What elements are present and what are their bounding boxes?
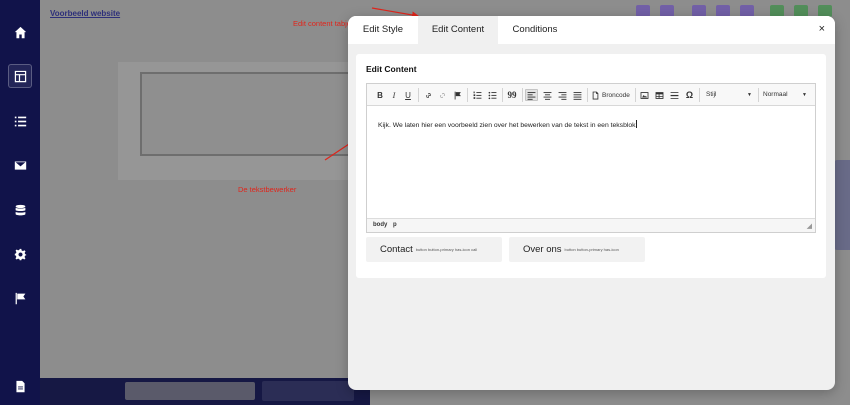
toolbar-separator (418, 88, 419, 102)
tab-annotation: Edit content tabje (293, 19, 351, 28)
contact-button-label: Contact (380, 244, 413, 255)
italic-button[interactable]: I (389, 89, 399, 101)
chevron-down-icon: ▼ (747, 92, 752, 98)
bullet-list-icon[interactable] (487, 89, 498, 101)
editor-path-bar: body p ◢ (367, 218, 815, 232)
source-button-label: Broncode (602, 91, 630, 99)
background-side-tab (834, 160, 850, 250)
toolbar-separator (522, 88, 523, 102)
over-ons-button-class: button button-primary has-icon (564, 247, 619, 252)
contact-button-class: button button-primary has-icon call (415, 247, 478, 252)
tab-conditions[interactable]: Conditions (498, 16, 572, 44)
editor-annotation: De tekstbewerker (238, 185, 297, 194)
gear-icon[interactable] (8, 242, 32, 266)
style-select[interactable]: Stijl ▼ (703, 88, 755, 102)
over-ons-button-preview[interactable]: Over ons button button-primary has-icon (509, 237, 645, 262)
numbered-list-icon[interactable] (472, 89, 483, 101)
special-character-button[interactable]: Ω (684, 89, 695, 101)
file-icon[interactable] (8, 374, 32, 398)
align-left-icon[interactable] (525, 89, 538, 101)
editor-content-area[interactable]: Kijk. We laten hier een voorbeeld zien o… (367, 106, 815, 218)
home-icon[interactable] (8, 20, 32, 44)
toolbar-separator (467, 88, 468, 102)
contact-button-preview[interactable]: Contact button button-primary has-icon c… (366, 237, 502, 262)
background-bottom-tools (262, 381, 354, 401)
background-bottom-input (125, 382, 255, 400)
sidebar (0, 0, 40, 405)
background-text-block (140, 72, 373, 156)
close-button[interactable]: × (819, 23, 825, 35)
flag-icon[interactable] (8, 286, 32, 310)
path-item-body[interactable]: body (373, 222, 387, 228)
toolbar-separator (699, 88, 700, 102)
modal-tab-bar: Edit Style Edit Content Conditions × (348, 16, 835, 44)
text-editor: B I U 99 Broncode Ω Stijl ▼ Normaal ▼ Ki… (366, 83, 816, 233)
unlink-icon[interactable] (437, 89, 448, 101)
toolbar-separator (502, 88, 503, 102)
card-title: Edit Content (366, 64, 417, 74)
horizontal-rule-icon[interactable] (669, 89, 680, 101)
table-icon[interactable] (654, 89, 665, 101)
toolbar-separator (758, 88, 759, 102)
source-button[interactable]: Broncode (591, 89, 633, 101)
format-select-value: Normaal (763, 91, 788, 98)
database-icon[interactable] (8, 198, 32, 222)
style-select-value: Stijl (706, 91, 717, 98)
list-icon[interactable] (8, 109, 32, 133)
layout-icon[interactable] (8, 64, 32, 88)
toolbar-separator (587, 88, 588, 102)
toolbar-separator (635, 88, 636, 102)
text-cursor (635, 120, 637, 128)
link-icon[interactable] (423, 89, 434, 101)
path-item-p[interactable]: p (393, 222, 397, 228)
edit-content-card: Edit Content B I U 99 Broncode Ω Stijl ▼… (356, 54, 826, 278)
edit-modal: Edit Style Edit Content Conditions × Edi… (348, 16, 835, 390)
over-ons-button-label: Over ons (523, 244, 562, 255)
editor-toolbar: B I U 99 Broncode Ω Stijl ▼ Normaal ▼ (367, 84, 815, 106)
bold-button[interactable]: B (375, 89, 385, 101)
image-icon[interactable] (639, 89, 650, 101)
resize-handle-icon[interactable]: ◢ (807, 222, 812, 230)
underline-button[interactable]: U (403, 89, 413, 101)
blockquote-button[interactable]: 99 (506, 89, 518, 101)
tab-edit-content[interactable]: Edit Content (418, 16, 498, 44)
align-right-icon[interactable] (557, 89, 568, 101)
align-center-icon[interactable] (542, 89, 553, 101)
website-link[interactable]: Voorbeeld website (50, 9, 120, 18)
editor-text: Kijk. We laten hier een voorbeeld zien o… (378, 122, 636, 129)
anchor-flag-icon[interactable] (452, 89, 463, 101)
align-justify-icon[interactable] (572, 89, 583, 101)
mail-icon[interactable] (8, 153, 32, 177)
tab-edit-style[interactable]: Edit Style (348, 16, 418, 44)
chevron-down-icon: ▼ (802, 92, 807, 98)
format-select[interactable]: Normaal ▼ (760, 88, 810, 102)
